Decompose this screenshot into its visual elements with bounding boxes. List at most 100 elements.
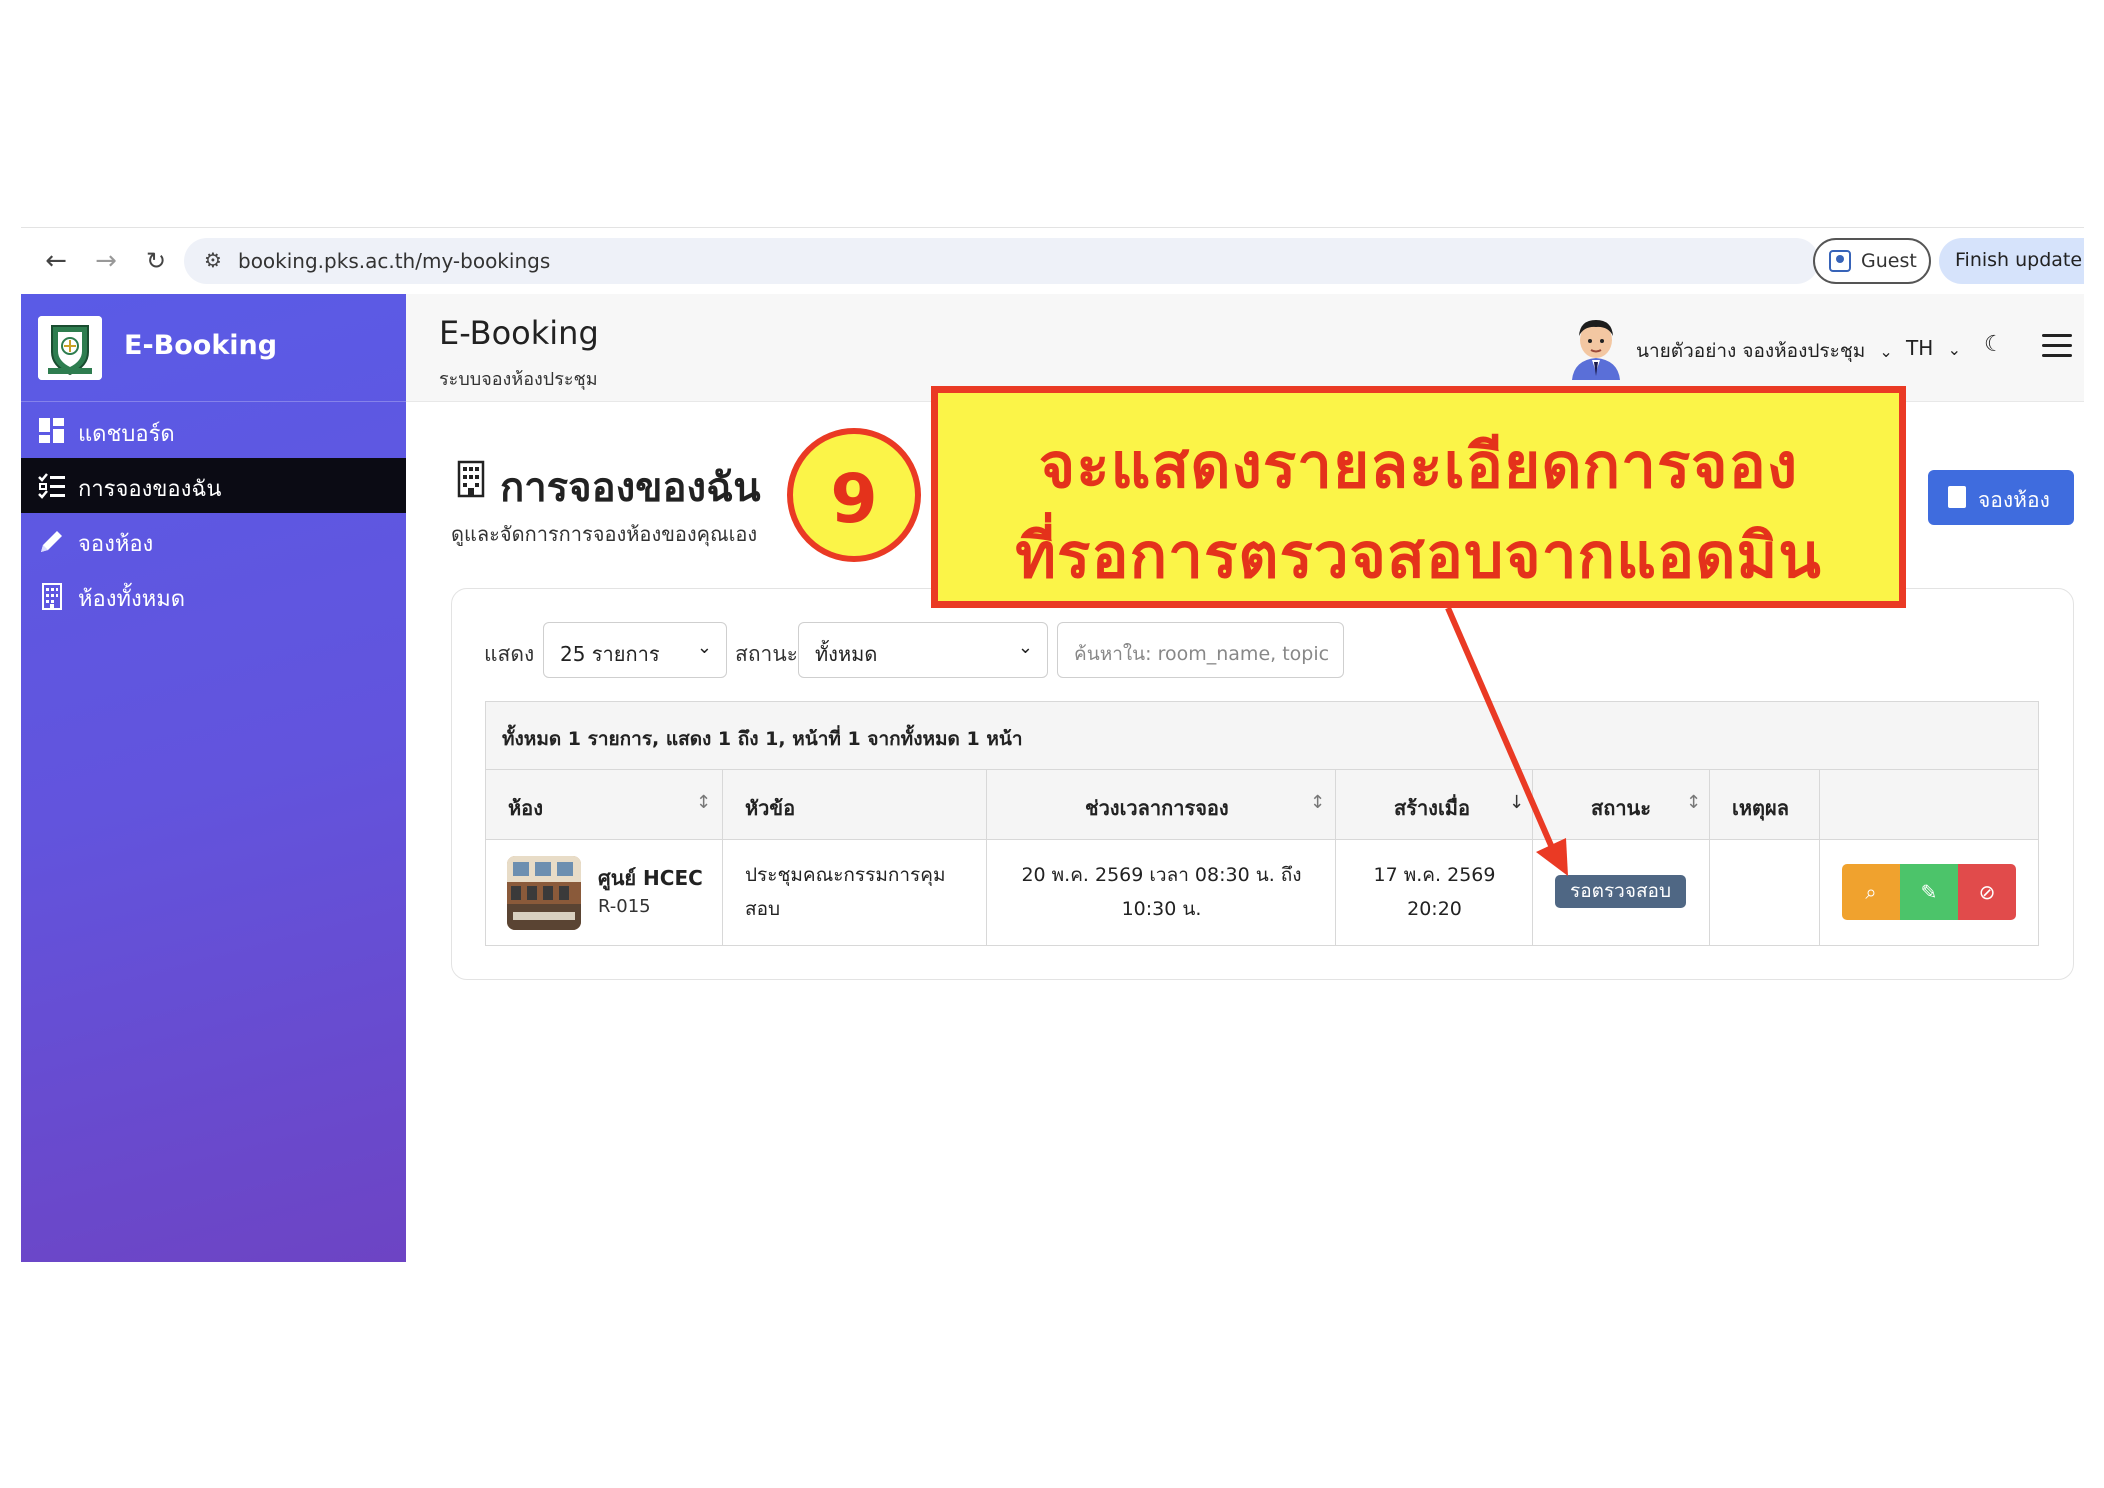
topic-line: สอบ bbox=[745, 898, 781, 920]
school-logo bbox=[38, 316, 102, 380]
reload-icon[interactable]: ↻ bbox=[141, 246, 171, 276]
user-name: นายตัวอย่าง จองห้องประชุม bbox=[1636, 340, 1866, 362]
search-icon: ⌕ bbox=[1865, 880, 1877, 904]
column-header: ช่วงเวลาการจอง bbox=[1085, 796, 1229, 820]
chevron-down-icon: ⌄ bbox=[1879, 342, 1893, 361]
column-header: สร้างเมื่อ bbox=[1394, 796, 1470, 820]
room-thumbnail bbox=[507, 856, 581, 930]
cancel-booking-button[interactable]: ⊘ bbox=[1958, 864, 2016, 920]
back-arrow-icon[interactable]: ← bbox=[41, 246, 71, 276]
sidebar-item-my-bookings[interactable]: การจองของฉัน bbox=[21, 458, 406, 513]
page-title: การจองของฉัน bbox=[500, 465, 761, 511]
brand-name: E-Booking bbox=[124, 330, 278, 361]
avatar[interactable] bbox=[1566, 314, 1626, 380]
cell-status: รอตรวจสอบ bbox=[1533, 840, 1710, 945]
sidebar-item-all-rooms[interactable]: ห้องทั้งหมด bbox=[21, 568, 406, 623]
status-label: สถานะ bbox=[735, 642, 798, 666]
sort-down-icon[interactable]: ↓ bbox=[1509, 792, 1524, 813]
cell-reason bbox=[1710, 840, 1820, 945]
browser-toolbar: ← → ↻ ⚙ booking.pks.ac.th/my-bookings Gu… bbox=[21, 227, 2084, 293]
status-badge: รอตรวจสอบ bbox=[1555, 875, 1686, 908]
view-button[interactable]: ⌕ bbox=[1842, 864, 1900, 920]
finish-update-label: Finish update bbox=[1955, 249, 2083, 271]
column-topic: หัวข้อ bbox=[723, 770, 987, 840]
site-settings-icon[interactable]: ⚙ bbox=[204, 248, 222, 272]
guest-profile-button[interactable]: Guest bbox=[1813, 238, 1931, 284]
chevron-down-icon: ⌄ bbox=[696, 637, 712, 658]
language-label: TH bbox=[1906, 336, 1934, 360]
sidebar-item-book-room[interactable]: จองห้อง bbox=[21, 513, 406, 568]
column-created[interactable]: สร้างเมื่อ ↓ bbox=[1336, 770, 1533, 840]
dashboard-icon bbox=[39, 418, 64, 443]
finish-update-button[interactable]: Finish update bbox=[1939, 238, 2084, 284]
column-header: สถานะ bbox=[1591, 796, 1651, 820]
sidebar-item-dashboard[interactable]: แดชบอร์ด bbox=[21, 403, 406, 458]
column-actions bbox=[1820, 770, 2038, 840]
sort-icon[interactable]: ↕ bbox=[1686, 792, 1701, 813]
app-title: E-Booking bbox=[439, 314, 599, 352]
bookings-table: ทั้งหมด 1 รายการ, แสดง 1 ถึง 1, หน้าที่ … bbox=[485, 701, 2039, 946]
created-line: 20:20 bbox=[1407, 898, 1462, 920]
book-room-label: จองห้อง bbox=[1978, 488, 2050, 512]
column-header: หัวข้อ bbox=[745, 796, 796, 820]
created-line: 17 พ.ค. 2569 bbox=[1373, 864, 1496, 886]
sidebar-item-label: แดชบอร์ด bbox=[78, 422, 175, 447]
search-input[interactable]: ค้นหาใน: room_name, topic bbox=[1057, 622, 1344, 678]
page-size-value: 25 รายการ bbox=[560, 642, 660, 666]
pencil-icon: ✎ bbox=[1920, 880, 1938, 904]
user-menu[interactable]: นายตัวอย่าง จองห้องประชุม ⌄ bbox=[1636, 336, 1893, 366]
language-selector[interactable]: TH ⌄ bbox=[1906, 336, 1961, 360]
cell-topic: ประชุมคณะกรรมการคุม สอบ bbox=[723, 840, 987, 945]
period-line: 10:30 น. bbox=[1121, 898, 1202, 920]
edit-button[interactable]: ✎ bbox=[1900, 864, 1958, 920]
chevron-down-icon: ⌄ bbox=[1017, 637, 1033, 658]
sort-icon[interactable]: ↕ bbox=[1310, 792, 1325, 813]
sidebar-item-label: ห้องทั้งหมด bbox=[78, 587, 185, 612]
hamburger-menu-icon[interactable] bbox=[2042, 334, 2072, 358]
column-period[interactable]: ช่วงเวลาการจอง ↕ bbox=[987, 770, 1336, 840]
cell-actions: ⌕ ✎ ⊘ bbox=[1820, 840, 2038, 945]
book-room-button[interactable]: จองห้อง bbox=[1928, 470, 2074, 525]
add-document-icon bbox=[1948, 486, 1966, 508]
column-header: ห้อง bbox=[508, 796, 543, 820]
sidebar-brand[interactable]: E-Booking bbox=[21, 294, 406, 402]
column-room[interactable]: ห้อง ↕ bbox=[486, 770, 723, 840]
address-bar[interactable]: ⚙ booking.pks.ac.th/my-bookings bbox=[184, 238, 1819, 284]
status-value: ทั้งหมด bbox=[815, 642, 878, 666]
ban-icon: ⊘ bbox=[1978, 880, 1996, 904]
annotation-callout: จะแสดงรายละเอียดการจอง ที่รอการตรวจสอบจา… bbox=[931, 386, 1906, 608]
url-text: booking.pks.ac.th/my-bookings bbox=[238, 249, 551, 273]
table-row: ศูนย์ HCEC R-015 ประชุมคณะกรรมการคุม สอบ… bbox=[486, 840, 2038, 945]
room-code: R-015 bbox=[598, 896, 651, 917]
annotation-line: จะแสดงรายละเอียดการจอง bbox=[1038, 429, 1799, 502]
forward-arrow-icon[interactable]: → bbox=[91, 246, 121, 276]
cell-created: 17 พ.ค. 2569 20:20 bbox=[1336, 840, 1533, 945]
profile-icon bbox=[1829, 250, 1851, 272]
building-icon bbox=[457, 460, 485, 498]
column-reason: เหตุผล bbox=[1710, 770, 1820, 840]
chevron-down-icon: ⌄ bbox=[1947, 340, 1962, 359]
sidebar-item-label: จองห้อง bbox=[78, 532, 154, 557]
guest-label: Guest bbox=[1861, 250, 1917, 272]
table-summary: ทั้งหมด 1 รายการ, แสดง 1 ถึง 1, หน้าที่ … bbox=[486, 702, 2038, 770]
table-header: ห้อง ↕ หัวข้อ ช่วงเวลาการจอง ↕ สร้างเมื่… bbox=[486, 770, 2038, 840]
sidebar-item-label: การจองของฉัน bbox=[78, 477, 222, 502]
topic-line: ประชุมคณะกรรมการคุม bbox=[745, 864, 946, 886]
room-name: ศูนย์ HCEC bbox=[598, 866, 703, 890]
page-size-select[interactable]: 25 รายการ ⌄ bbox=[543, 622, 727, 678]
step-number-badge: 9 bbox=[787, 428, 921, 562]
checklist-icon bbox=[38, 473, 65, 499]
column-status[interactable]: สถานะ ↕ bbox=[1533, 770, 1710, 840]
period-line: 20 พ.ค. 2569 เวลา 08:30 น. ถึง bbox=[1021, 864, 1302, 886]
pencil-icon bbox=[41, 531, 62, 552]
page-subtitle: ดูและจัดการการจองห้องของคุณเอง bbox=[451, 522, 758, 546]
building-icon bbox=[42, 583, 62, 610]
status-select[interactable]: ทั้งหมด ⌄ bbox=[798, 622, 1048, 678]
sort-icon[interactable]: ↕ bbox=[696, 792, 711, 813]
search-placeholder: ค้นหาใน: room_name, topic bbox=[1074, 643, 1330, 665]
table-summary-text: ทั้งหมด 1 รายการ, แสดง 1 ถึง 1, หน้าที่ … bbox=[502, 728, 1023, 750]
app-subtitle: ระบบจองห้องประชุม bbox=[439, 369, 598, 390]
annotation-line: ที่รอการตรวจสอบจากแอดมิน bbox=[1015, 519, 1822, 592]
cell-period: 20 พ.ค. 2569 เวลา 08:30 น. ถึง 10:30 น. bbox=[987, 840, 1336, 945]
dark-mode-icon[interactable]: ☾ bbox=[1984, 332, 2004, 357]
